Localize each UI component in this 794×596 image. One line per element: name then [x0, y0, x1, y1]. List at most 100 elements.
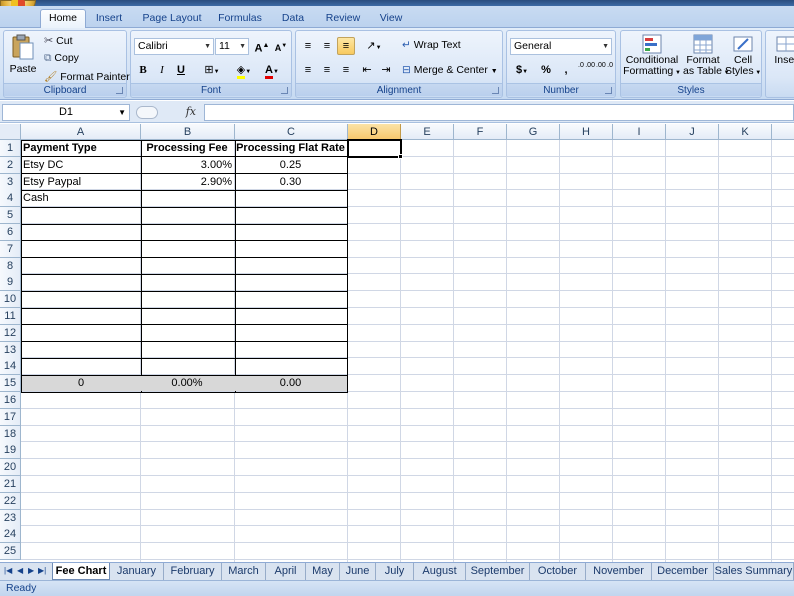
select-all-corner[interactable] [0, 124, 21, 140]
row-header-7[interactable]: 7 [0, 240, 21, 258]
merge-center-button[interactable]: ⊟ Merge & Center ▼ [402, 64, 498, 76]
sheet-tab-october[interactable]: October [530, 563, 586, 580]
shrink-font-icon[interactable]: A▼ [272, 37, 290, 55]
align-right-icon[interactable]: ≡ [337, 61, 355, 79]
row-header-23[interactable]: 23 [0, 509, 21, 527]
row-header-10[interactable]: 10 [0, 291, 21, 309]
align-top-icon[interactable]: ≡ [299, 37, 317, 55]
name-box[interactable]: D1 ▼ [2, 104, 130, 121]
sheet-tab-december[interactable]: December [652, 563, 714, 580]
cell-c1[interactable]: Processing Flat Rate [236, 140, 345, 156]
sheet-tab-november[interactable]: November [586, 563, 652, 580]
increase-decimal-button[interactable]: .0 .00 [577, 61, 595, 79]
bold-button[interactable]: B [134, 61, 152, 79]
row-header-3[interactable]: 3 [0, 173, 21, 191]
next-sheet-icon[interactable]: ▶ [28, 566, 34, 575]
increase-indent-icon[interactable]: ⇥ [377, 61, 395, 79]
font-name-combo[interactable]: Calibri ▼ [134, 38, 214, 55]
cell-b4[interactable] [142, 190, 232, 206]
align-bottom-icon[interactable]: ≡ [337, 37, 355, 55]
cell-b1[interactable]: Processing Fee [142, 140, 232, 156]
orientation-icon[interactable]: ↗▼ [362, 37, 386, 55]
align-middle-icon[interactable]: ≡ [318, 37, 336, 55]
tab-home[interactable]: Home [40, 9, 86, 29]
insert-cells-button[interactable]: Inser [770, 33, 794, 66]
grow-font-icon[interactable]: A▲ [253, 37, 271, 55]
tab-insert[interactable]: Insert [88, 10, 130, 28]
column-header-f[interactable]: F [454, 124, 507, 140]
row-header-8[interactable]: 8 [0, 257, 21, 275]
decrease-indent-icon[interactable]: ⇤ [358, 61, 376, 79]
clipboard-launcher-icon[interactable] [116, 87, 123, 94]
column-header-j[interactable]: J [666, 124, 719, 140]
row-header-15[interactable]: 15 [0, 375, 21, 393]
insert-function-button[interactable]: fx [132, 104, 202, 121]
alignment-launcher-icon[interactable] [492, 87, 499, 94]
row-header-13[interactable]: 13 [0, 341, 21, 359]
cell-c4[interactable] [236, 190, 345, 206]
row-header-19[interactable]: 19 [0, 442, 21, 460]
row-header-14[interactable]: 14 [0, 358, 21, 376]
cell-b3[interactable]: 2.90% [142, 174, 232, 190]
align-center-icon[interactable]: ≡ [318, 61, 336, 79]
font-color-icon[interactable]: A▼ [259, 61, 285, 79]
column-header-i[interactable]: I [613, 124, 666, 140]
copy-button[interactable]: ⧉ Copy [44, 52, 79, 65]
row-header-5[interactable]: 5 [0, 207, 21, 225]
conditional-formatting-button[interactable]: Conditional Formatting ▼ [623, 33, 681, 79]
row-header-9[interactable]: 9 [0, 274, 21, 292]
column-header-b[interactable]: B [141, 124, 235, 140]
cell-a1[interactable]: Payment Type [23, 140, 139, 156]
font-size-combo[interactable]: 11 ▼ [215, 38, 249, 55]
row-header-25[interactable]: 25 [0, 543, 21, 561]
cell-c2[interactable]: 0.25 [236, 157, 345, 173]
sheet-tab-july[interactable]: July [376, 563, 414, 580]
cell-a4[interactable]: Cash [23, 190, 139, 206]
cell-styles-button[interactable]: Cell Styles ▼ [725, 33, 761, 79]
row-header-16[interactable]: 16 [0, 392, 21, 409]
sheet-tab-january[interactable]: January [110, 563, 164, 580]
sheet-tab-june[interactable]: June [340, 563, 376, 580]
column-header-g[interactable]: G [507, 124, 560, 140]
cell-a15[interactable]: 0 [23, 375, 139, 391]
column-header-c[interactable]: C [235, 124, 348, 140]
percent-button[interactable]: % [537, 61, 555, 79]
first-sheet-icon[interactable]: |◀ [4, 566, 12, 575]
align-left-icon[interactable]: ≡ [299, 61, 317, 79]
column-header-l[interactable] [772, 124, 794, 140]
decrease-decimal-button[interactable]: .00 .0 [595, 61, 613, 79]
italic-button[interactable]: I [153, 61, 171, 79]
sheet-tab-sales-summary[interactable]: Sales Summary [714, 563, 794, 580]
row-header-2[interactable]: 2 [0, 156, 21, 174]
tab-page-layout[interactable]: Page Layout [138, 10, 206, 28]
cell-b15[interactable]: 0.00% [142, 375, 232, 391]
tab-data[interactable]: Data [274, 10, 312, 28]
wrap-text-button[interactable]: ↵ Wrap Text [402, 39, 461, 51]
currency-button[interactable]: $▼ [510, 61, 534, 79]
formula-input[interactable] [204, 104, 794, 121]
number-format-combo[interactable]: General ▼ [510, 38, 612, 55]
sheet-tab-april[interactable]: April [266, 563, 306, 580]
sheet-tab-february[interactable]: February [164, 563, 222, 580]
worksheet-grid[interactable]: A B C D E F G H I J K 1 2 3 4 5 6 7 8 9 10 11 12 13 14 15 16 17 18 19… [0, 124, 794, 562]
cell-b2[interactable]: 3.00% [142, 157, 232, 173]
row-header-24[interactable]: 24 [0, 526, 21, 544]
row-header-17[interactable]: 17 [0, 408, 21, 426]
comma-button[interactable]: , [557, 61, 575, 79]
fill-color-icon[interactable]: ◈▼ [231, 61, 257, 79]
last-sheet-icon[interactable]: ▶| [38, 566, 46, 575]
selected-cell-d1[interactable] [347, 139, 402, 158]
row-header-12[interactable]: 12 [0, 324, 21, 342]
row-header-18[interactable]: 18 [0, 425, 21, 443]
cell-a2[interactable]: Etsy DC [23, 157, 139, 173]
row-header-22[interactable]: 22 [0, 492, 21, 510]
row-header-1[interactable]: 1 [0, 140, 21, 157]
underline-button[interactable]: U [172, 61, 190, 79]
column-header-h[interactable]: H [560, 124, 613, 140]
cut-button[interactable]: ✂ Cut [44, 34, 72, 47]
format-painter-button[interactable]: 🖌 Format Painter [44, 70, 130, 83]
column-header-d[interactable]: D [348, 124, 401, 140]
sheet-tab-may[interactable]: May [306, 563, 340, 580]
tab-formulas[interactable]: Formulas [212, 10, 268, 28]
borders-icon[interactable]: ⊞▼ [199, 61, 225, 79]
